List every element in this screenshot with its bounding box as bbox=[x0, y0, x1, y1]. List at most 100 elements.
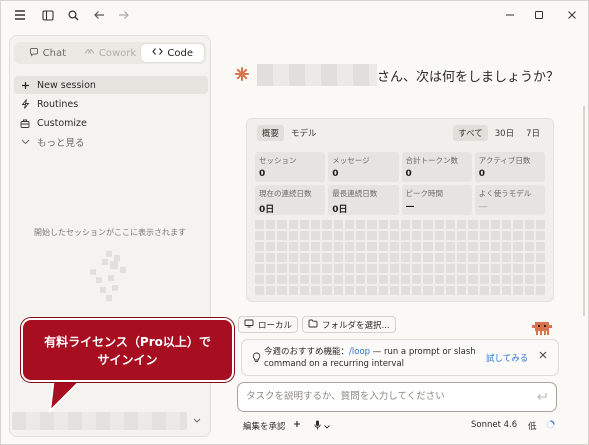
stat-peak-hour: ピーク時間 — bbox=[401, 185, 472, 215]
close-icon[interactable] bbox=[563, 6, 581, 24]
tip-text: 今週のおすすめ機能：/loop — run a prompt or slash … bbox=[264, 346, 482, 370]
heatmap-cell bbox=[356, 264, 366, 273]
heatmap-cell bbox=[490, 220, 501, 229]
heatmap-cell bbox=[423, 253, 433, 262]
stat-value: 0 bbox=[259, 169, 266, 179]
heatmap-cell bbox=[423, 231, 433, 240]
stat-label: 最長連続日数 bbox=[332, 189, 378, 198]
stat-value: 0 bbox=[332, 169, 339, 179]
heatmap-cell bbox=[266, 231, 276, 240]
heatmap-cell bbox=[412, 242, 422, 251]
heatmap-cell bbox=[502, 220, 512, 229]
monitor-icon bbox=[244, 319, 254, 331]
heatmap-cell bbox=[490, 264, 501, 273]
model-label: Sonnet 4.6 bbox=[471, 420, 518, 430]
heatmap-cell bbox=[524, 231, 534, 240]
tab-code[interactable]: Code bbox=[141, 44, 205, 62]
scrollbar[interactable] bbox=[583, 106, 585, 316]
sidebar-item-label: New session bbox=[37, 79, 96, 91]
stat-label: アクティブ日数 bbox=[478, 156, 531, 165]
heatmap-cell bbox=[524, 242, 534, 251]
heatmap-cell bbox=[266, 220, 276, 229]
add-icon[interactable] bbox=[293, 420, 301, 428]
heatmap-cell bbox=[378, 253, 388, 262]
heatmap-cell bbox=[311, 264, 321, 273]
heatmap-cell bbox=[468, 275, 478, 284]
stat-value: 0 bbox=[405, 169, 412, 179]
heatmap-cell bbox=[490, 231, 501, 240]
chevron-down-icon bbox=[20, 139, 30, 145]
minimize-icon[interactable] bbox=[501, 6, 519, 24]
heatmap-cell bbox=[277, 242, 287, 251]
heatmap-cell bbox=[333, 275, 343, 284]
heatmap-cell bbox=[367, 253, 377, 262]
user-account-row[interactable] bbox=[12, 410, 208, 432]
chat-bubble-icon bbox=[29, 47, 39, 60]
send-icon[interactable] bbox=[536, 391, 547, 404]
tip-prefix: 今週のおすすめ機能： bbox=[264, 347, 350, 357]
heatmap-cell bbox=[445, 220, 456, 229]
heatmap-cell bbox=[535, 231, 545, 240]
stats-tab-model[interactable]: モデル bbox=[286, 125, 322, 141]
prompt-input[interactable] bbox=[246, 391, 526, 402]
heatmap-cell bbox=[423, 275, 433, 284]
heatmap-cell bbox=[412, 220, 422, 229]
tab-chat[interactable]: Chat bbox=[16, 44, 79, 62]
prompt-input-box bbox=[237, 382, 557, 412]
heatmap-cell bbox=[434, 264, 444, 273]
range-30-days[interactable]: 30日 bbox=[490, 125, 519, 141]
heatmap-cell bbox=[378, 286, 388, 295]
tab-cowork[interactable]: Cowork bbox=[79, 44, 142, 62]
sidebar-item-more[interactable]: もっと見る bbox=[14, 133, 208, 151]
stat-longest-streak: 最長連続日数 0日 bbox=[328, 185, 399, 215]
local-button[interactable]: ローカル bbox=[238, 316, 299, 333]
heatmap-cell bbox=[344, 264, 355, 273]
back-arrow-icon[interactable] bbox=[90, 6, 108, 24]
heatmap-cell bbox=[311, 242, 321, 251]
sidebar-item-routines[interactable]: Routines bbox=[14, 95, 208, 113]
heatmap-cell bbox=[378, 264, 388, 273]
cowork-icon bbox=[84, 47, 95, 60]
try-it-button[interactable]: 試してみる bbox=[486, 352, 528, 364]
heatmap-cell bbox=[378, 275, 388, 284]
greeting: さん、次は何をしましょうか？ bbox=[235, 64, 559, 86]
heatmap-cell bbox=[513, 275, 523, 284]
heatmap-cell bbox=[479, 264, 489, 273]
heatmap-cell bbox=[266, 264, 276, 273]
heatmap-cell bbox=[468, 220, 478, 229]
close-icon[interactable] bbox=[539, 351, 547, 362]
menu-icon[interactable] bbox=[11, 6, 29, 24]
heatmap-cell bbox=[333, 286, 343, 295]
heatmap-cell bbox=[322, 231, 332, 240]
heatmap-cell bbox=[490, 242, 501, 251]
sidebar-item-new-session[interactable]: New session bbox=[14, 76, 208, 94]
heatmap-cell bbox=[356, 286, 366, 295]
range-all[interactable]: すべて bbox=[453, 125, 488, 141]
effort-selector[interactable]: 低 bbox=[528, 420, 537, 432]
effort-label: 低 bbox=[528, 422, 537, 432]
maximize-icon[interactable] bbox=[530, 6, 548, 24]
heatmap-cell bbox=[445, 253, 456, 262]
heatmap-cell bbox=[468, 253, 478, 262]
sidebar-toggle-icon[interactable] bbox=[39, 6, 57, 24]
heatmap-cell bbox=[378, 242, 388, 251]
model-selector[interactable]: Sonnet 4.6 bbox=[471, 420, 517, 430]
heatmap-cell bbox=[502, 264, 512, 273]
context-usage-icon[interactable] bbox=[546, 420, 555, 429]
stats-tab-overview[interactable]: 概要 bbox=[257, 125, 285, 141]
microphone-button[interactable] bbox=[314, 420, 330, 433]
select-folder-button[interactable]: フォルダを選択... bbox=[302, 316, 396, 333]
range-7-days[interactable]: 7日 bbox=[521, 125, 545, 141]
heatmap-cell bbox=[457, 253, 467, 262]
search-icon[interactable] bbox=[64, 6, 82, 24]
heatmap-cell bbox=[288, 242, 298, 251]
sidebar-item-customize[interactable]: Customize bbox=[14, 114, 208, 132]
tip-command-link[interactable]: /loop bbox=[349, 347, 370, 357]
forward-arrow-icon[interactable] bbox=[115, 6, 133, 24]
heatmap-cell bbox=[479, 231, 489, 240]
heatmap-cell bbox=[513, 242, 523, 251]
heatmap-cell bbox=[445, 264, 456, 273]
stats-tabs: 概要 モデル bbox=[257, 125, 322, 141]
claude-mascot-icon bbox=[532, 322, 552, 335]
permission-mode-button[interactable]: 編集を承認 bbox=[243, 420, 286, 432]
